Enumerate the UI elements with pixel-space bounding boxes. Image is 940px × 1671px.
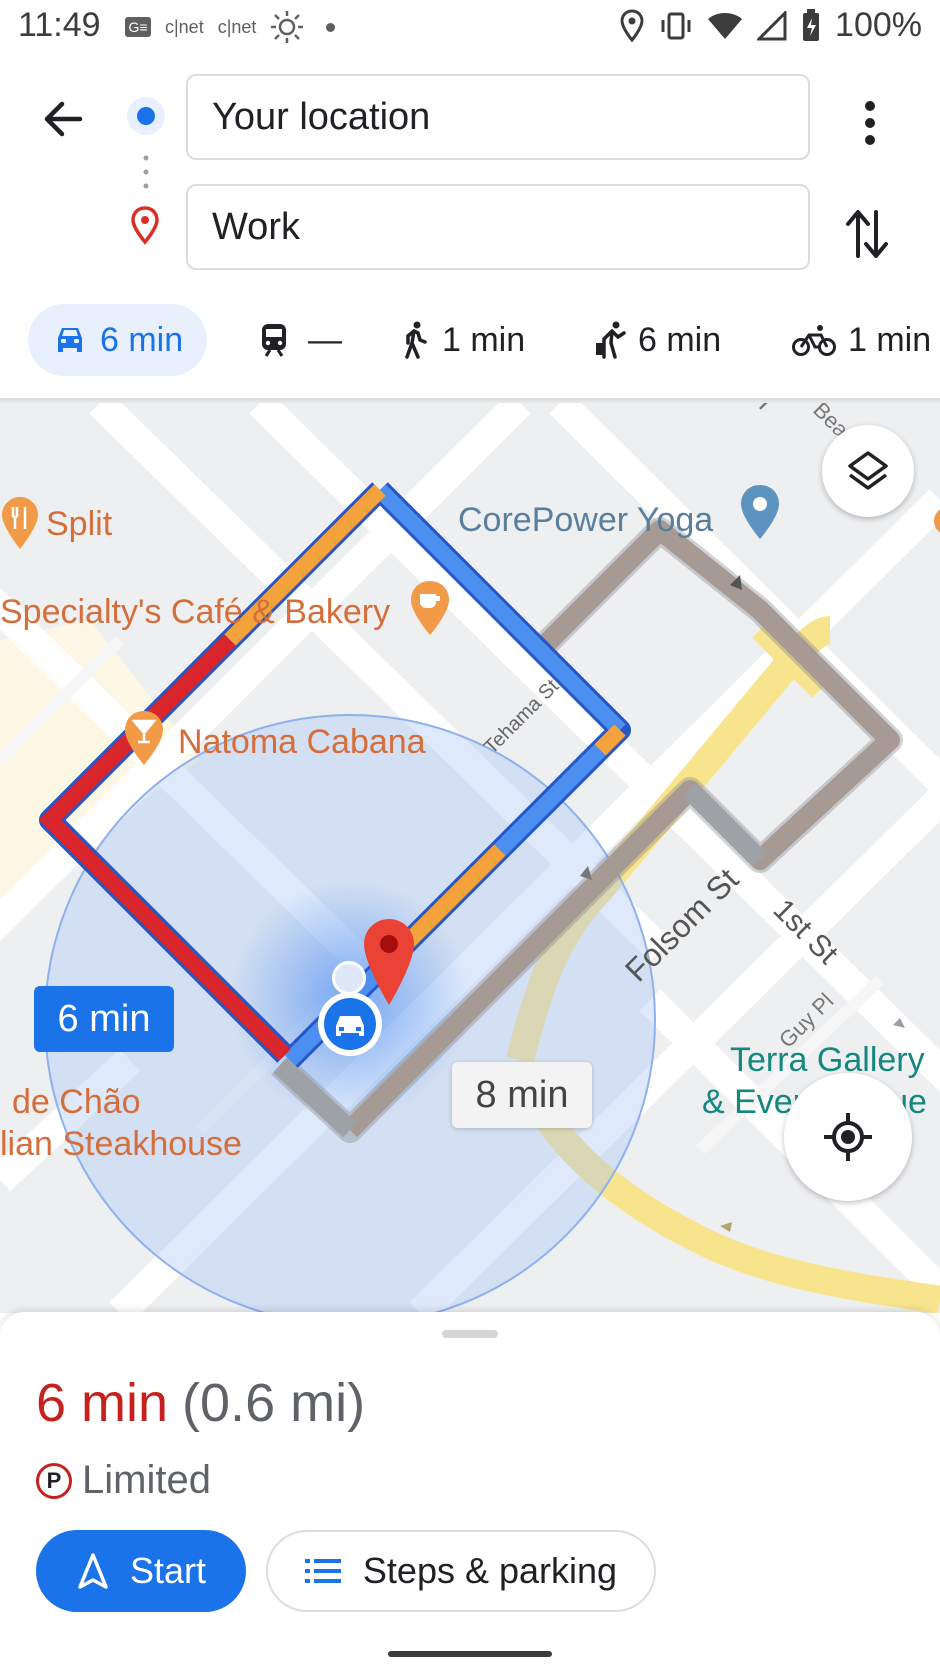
tab-walking[interactable]: 1 min [400,304,525,376]
route-time-bubble-alternate[interactable]: 8 min [452,1062,592,1128]
tab-driving-label: 6 min [100,320,184,359]
origin-dot-icon [127,97,165,135]
place-label-fogo-line1[interactable]: de Chão [12,1083,141,1122]
more-options-icon[interactable] [860,98,880,148]
bar-pin-icon[interactable] [122,709,166,771]
origin-field[interactable]: Your location [186,74,810,160]
wifi-icon [708,12,743,39]
steps-parking-button[interactable]: Steps & parking [266,1530,656,1612]
trip-duration: 6 min [36,1373,169,1433]
my-location-icon [824,1113,872,1161]
signal-icon [757,10,787,40]
walk-icon [405,321,427,359]
location-status-icon [620,8,644,42]
status-time: 11:49 [18,6,101,44]
car-location-icon [318,992,382,1056]
swap-icon[interactable] [844,206,890,262]
list-icon [304,1559,341,1583]
car-icon [58,328,82,352]
tab-transit-label: — [308,320,342,359]
tab-transit[interactable]: — [258,304,342,376]
orange-poi-edge-icon [934,509,940,533]
destination-pin-icon [131,206,159,245]
trip-distance: (0.6 mi) [182,1373,366,1433]
destination-field[interactable]: Work [186,184,810,270]
navigation-arrow-icon [78,1553,108,1589]
back-arrow-icon[interactable] [38,94,88,144]
system-icons: 100% [619,6,922,45]
map-view[interactable]: Split Specialty's Café & Bakery CorePowe… [0,403,940,1313]
tab-rideshare[interactable]: 6 min [594,304,721,376]
layers-button[interactable] [822,425,914,517]
parking-label: Limited [82,1458,211,1502]
cafe-pin-icon[interactable] [408,579,452,641]
layers-icon [848,451,888,490]
tab-walking-label: 1 min [442,320,526,359]
battery-level: 100% [835,6,922,44]
tab-driving[interactable]: 6 min [28,304,208,376]
vibrate-icon [661,12,691,39]
ge-icon: G≡ [125,17,151,37]
start-button[interactable]: Start [36,1530,246,1612]
bike-icon [792,325,836,356]
trip-summary: 6 min (0.6 mi) [36,1372,365,1434]
tab-rideshare-label: 6 min [638,320,722,359]
transit-icon [262,324,286,357]
tab-cycling-label: 1 min [848,320,932,359]
place-label-specialty[interactable]: Specialty's Café & Bakery [0,593,390,632]
travel-mode-tabs: 6 min — 1 min 6 min 1 min [0,300,940,380]
place-label-terra-line1[interactable]: Terra Gallery [730,1041,925,1080]
place-label-natoma[interactable]: Natoma Cabana [178,723,426,762]
parking-icon: P [36,1462,72,1499]
route-dots-icon [143,155,149,189]
traffic-cluster-icon [332,961,366,995]
status-bar: 11:49 G≡ c|net c|net 100% [0,0,940,56]
route-time-bubble-primary[interactable]: 6 min [34,986,174,1052]
place-label-fogo-line2[interactable]: lian Steakhouse [0,1125,242,1164]
place-label-corepower[interactable]: CorePower Yoga [458,501,713,540]
sheet-drag-handle[interactable] [442,1330,498,1338]
notification-icons: G≡ c|net c|net [125,10,336,44]
brightness-icon [271,11,304,43]
gesture-nav-bar[interactable] [388,1651,552,1657]
directions-sheet: 6 min (0.6 mi) P Limited Start Steps & pa… [0,1312,940,1671]
tab-cycling[interactable]: 1 min [792,304,931,376]
restaurant-pin-icon[interactable] [0,495,40,555]
poi-pin-icon[interactable] [738,483,782,545]
dot-icon [326,22,336,32]
route-header: Your location Work [0,56,940,286]
place-label-split[interactable]: Split [46,505,112,544]
cnet-icon: c|net [217,16,257,37]
steps-parking-label: Steps & parking [362,1550,618,1591]
battery-icon [803,8,820,41]
rideshare-icon [596,321,626,359]
start-label: Start [129,1550,207,1591]
cnet-icon: c|net [165,16,204,37]
parking-info: P Limited [36,1458,211,1503]
recenter-button[interactable] [784,1073,912,1201]
